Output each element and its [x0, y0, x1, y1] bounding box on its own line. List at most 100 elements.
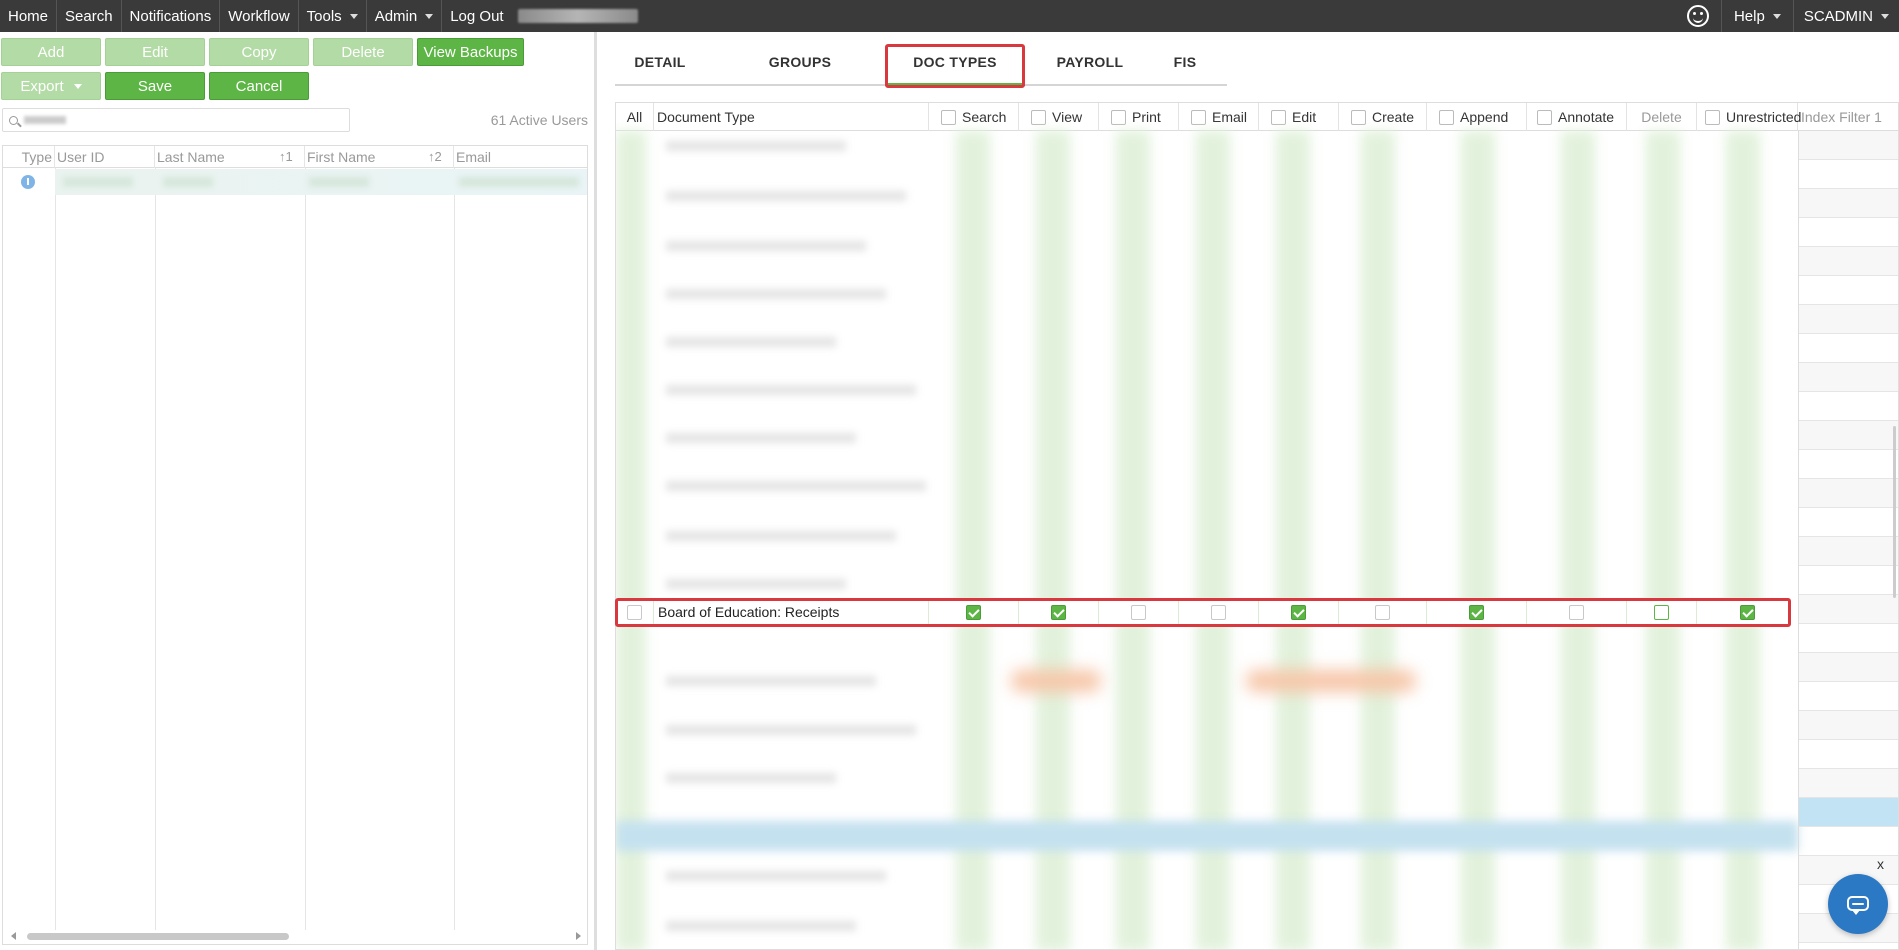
active-users-count: 61 Active Users [490, 112, 588, 128]
sort-indicator-last-name: ↑1 [279, 149, 293, 164]
doc-types-header: All Document Type Search View Print Emai… [616, 103, 1898, 131]
create-all-checkbox[interactable] [1351, 109, 1366, 125]
tab-groups[interactable]: GROUPS [745, 38, 855, 86]
create-checkbox[interactable] [1375, 604, 1390, 620]
redacted-username [517, 9, 638, 23]
email-all-checkbox[interactable] [1191, 109, 1206, 125]
tab-detail[interactable]: DETAIL [615, 38, 705, 86]
nav-help[interactable]: Help [1720, 0, 1793, 32]
column-annotate[interactable]: Annotate [1527, 103, 1627, 131]
user-details-pane: DETAIL GROUPS DOC TYPES PAYROLL FIS All … [597, 32, 1899, 950]
column-delete[interactable]: Delete [1627, 103, 1697, 131]
detail-tabs: DETAIL GROUPS DOC TYPES PAYROLL FIS [615, 38, 1227, 88]
row-select-checkbox[interactable] [627, 604, 642, 620]
sort-indicator-first-name: ↑2 [428, 149, 442, 164]
table-row-board-of-education-receipts[interactable]: Board of Education: Receipts [616, 599, 1798, 625]
nav-home[interactable]: Home [0, 0, 58, 32]
cancel-button[interactable]: Cancel [209, 72, 309, 100]
doc-types-grid: All Document Type Search View Print Emai… [615, 102, 1899, 950]
column-document-type[interactable]: Document Type [654, 103, 929, 131]
create-cell [1339, 599, 1427, 625]
unrestricted-cell [1697, 599, 1798, 625]
scroll-right-icon[interactable] [576, 932, 581, 940]
vertical-scrollbar[interactable] [1893, 426, 1896, 598]
column-create[interactable]: Create [1339, 103, 1427, 131]
scroll-left-icon[interactable] [11, 932, 16, 940]
close-chat-icon[interactable]: x [1877, 856, 1884, 872]
unrestricted-checkbox[interactable] [1740, 604, 1755, 620]
search-cell [929, 599, 1019, 625]
tab-fis[interactable]: FIS [1150, 38, 1220, 86]
user-search-input[interactable] [2, 108, 350, 132]
column-email[interactable]: Email [1179, 103, 1259, 131]
nav-log-out[interactable]: Log Out [442, 0, 511, 32]
nav-admin[interactable]: Admin [367, 0, 443, 32]
view-all-checkbox[interactable] [1031, 109, 1046, 125]
scrollbar-thumb[interactable] [27, 933, 289, 940]
print-checkbox[interactable] [1131, 604, 1146, 620]
users-pane: Add Edit Copy Delete View Backups Export… [0, 32, 594, 950]
add-button[interactable]: Add [1, 38, 101, 66]
append-all-checkbox[interactable] [1439, 109, 1454, 125]
unrestricted-all-checkbox[interactable] [1705, 109, 1720, 125]
edit-all-checkbox[interactable] [1271, 109, 1286, 125]
save-button[interactable]: Save [105, 72, 205, 100]
top-navigation-bar: Home Search Notifications Workflow Tools… [0, 0, 1899, 32]
search-checkbox[interactable] [966, 604, 981, 620]
table-row[interactable] [3, 169, 587, 195]
caret-down-icon [73, 83, 82, 89]
annotate-all-checkbox[interactable] [1537, 109, 1552, 125]
caret-down-icon [1881, 13, 1889, 19]
redacted-email [459, 177, 579, 187]
column-all[interactable]: All [616, 103, 654, 131]
nav-workflow[interactable]: Workflow [220, 0, 299, 32]
view-checkbox[interactable] [1051, 604, 1066, 620]
column-index-filter-1[interactable]: Index Filter 1 [1798, 103, 1898, 131]
users-table-header: Type User ID Last Name ↑1 First Name ↑2 … [3, 146, 587, 168]
email-checkbox[interactable] [1211, 604, 1226, 620]
smiley-icon[interactable] [1686, 5, 1709, 27]
blurred-doc-type-rows [616, 131, 1798, 949]
document-type-name: Board of Education: Receipts [658, 604, 840, 620]
nav-user-menu[interactable]: SCADMIN [1792, 0, 1899, 32]
export-button[interactable]: Export [1, 72, 101, 100]
delete-button[interactable]: Delete [313, 38, 413, 66]
caret-down-icon [349, 13, 358, 19]
info-icon [21, 175, 35, 189]
caret-down-icon [1772, 13, 1781, 19]
column-email[interactable]: Email [454, 146, 589, 168]
tab-doc-types[interactable]: DOC TYPES [885, 38, 1025, 86]
column-unrestricted[interactable]: Unrestricted [1697, 103, 1801, 131]
users-table: Type User ID Last Name ↑1 First Name ↑2 … [2, 145, 588, 945]
append-checkbox[interactable] [1469, 604, 1484, 620]
column-edit[interactable]: Edit [1259, 103, 1339, 131]
view-cell [1019, 599, 1099, 625]
edit-button[interactable]: Edit [105, 38, 205, 66]
horizontal-scrollbar[interactable] [5, 930, 587, 942]
annotate-checkbox[interactable] [1569, 604, 1584, 620]
column-type[interactable]: Type [3, 146, 55, 168]
column-view[interactable]: View [1019, 103, 1099, 131]
document-type-cell: Board of Education: Receipts [654, 599, 929, 625]
index-filter-column [1798, 131, 1898, 949]
column-user-id[interactable]: User ID [55, 146, 155, 168]
chat-button[interactable] [1828, 874, 1888, 934]
edit-cell [1259, 599, 1339, 625]
edit-checkbox[interactable] [1291, 604, 1306, 620]
copy-button[interactable]: Copy [209, 38, 309, 66]
column-print[interactable]: Print [1099, 103, 1179, 131]
column-append[interactable]: Append [1427, 103, 1527, 131]
column-search[interactable]: Search [929, 103, 1019, 131]
tab-payroll[interactable]: PAYROLL [1030, 38, 1150, 86]
nav-tools[interactable]: Tools [299, 0, 367, 32]
delete-checkbox[interactable] [1654, 604, 1669, 620]
search-icon [9, 115, 18, 125]
search-all-checkbox[interactable] [941, 109, 956, 125]
print-all-checkbox[interactable] [1111, 109, 1126, 125]
caret-down-icon [425, 13, 434, 19]
nav-notifications[interactable]: Notifications [122, 0, 221, 32]
annotate-cell [1527, 599, 1627, 625]
nav-search[interactable]: Search [57, 0, 122, 32]
view-backups-button[interactable]: View Backups [417, 38, 524, 66]
redacted-user-id [63, 177, 133, 187]
